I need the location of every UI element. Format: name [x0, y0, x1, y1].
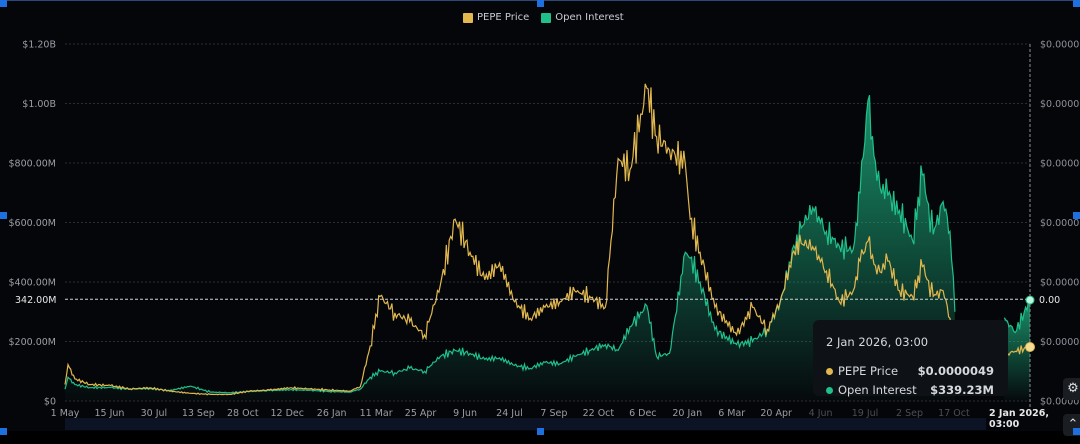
- y-tick-label: $0: [44, 397, 56, 408]
- tooltip-label: PEPE Price: [838, 364, 899, 378]
- timeline-scrollbar[interactable]: [65, 418, 1030, 430]
- crosshair-y2-label: 0.00: [1036, 294, 1064, 307]
- crosshair-y-label: 342.00M: [12, 294, 60, 307]
- selection-handle[interactable]: [0, 212, 7, 219]
- y2-tick-label: $0.0000: [1040, 218, 1079, 229]
- y2-tick-label: $0.0000: [1040, 40, 1079, 51]
- tooltip-title: 2 Jan 2026, 03:00: [826, 335, 929, 349]
- price-dot-icon: [826, 367, 833, 375]
- selection-handle[interactable]: [537, 0, 544, 7]
- y-tick-label: $800.00M: [9, 159, 56, 170]
- selection-handle[interactable]: [0, 0, 7, 7]
- chart-tooltip: 2 Jan 2026, 03:00 PEPE Price $0.0000049 …: [813, 320, 1008, 397]
- settings-icon[interactable]: ⚙: [1063, 378, 1080, 400]
- oi-dot-icon: [826, 386, 833, 394]
- tooltip-value: $339.23M: [930, 383, 994, 397]
- tooltip-row-price: PEPE Price $0.0000049: [826, 364, 994, 378]
- y-tick-label: $1.20B: [22, 40, 56, 51]
- open-interest-marker: [1025, 295, 1035, 305]
- y-tick-label: $200.00M: [9, 337, 56, 348]
- selection-handle[interactable]: [1073, 428, 1080, 435]
- selection-handle[interactable]: [0, 428, 7, 435]
- selection-handle[interactable]: [1073, 212, 1080, 219]
- tooltip-row-oi: Open Interest $339.23M: [826, 383, 994, 397]
- price-marker: [1025, 342, 1035, 353]
- y2-tick-label: $0.0000: [1040, 337, 1079, 348]
- selection-handle[interactable]: [1073, 0, 1080, 7]
- tooltip-label: Open Interest: [838, 383, 917, 397]
- y2-tick-label: $0.0000: [1040, 278, 1079, 289]
- selection-handle[interactable]: [537, 428, 544, 435]
- y2-tick-label: $0.0000: [1040, 159, 1079, 170]
- y-tick-label: $600.00M: [9, 218, 56, 229]
- tooltip-value: $0.0000049: [917, 364, 994, 378]
- y2-tick-label: $0.0000: [1040, 99, 1079, 110]
- y-tick-label: $400.00M: [9, 278, 56, 289]
- y-tick-label: $1.00B: [22, 99, 56, 110]
